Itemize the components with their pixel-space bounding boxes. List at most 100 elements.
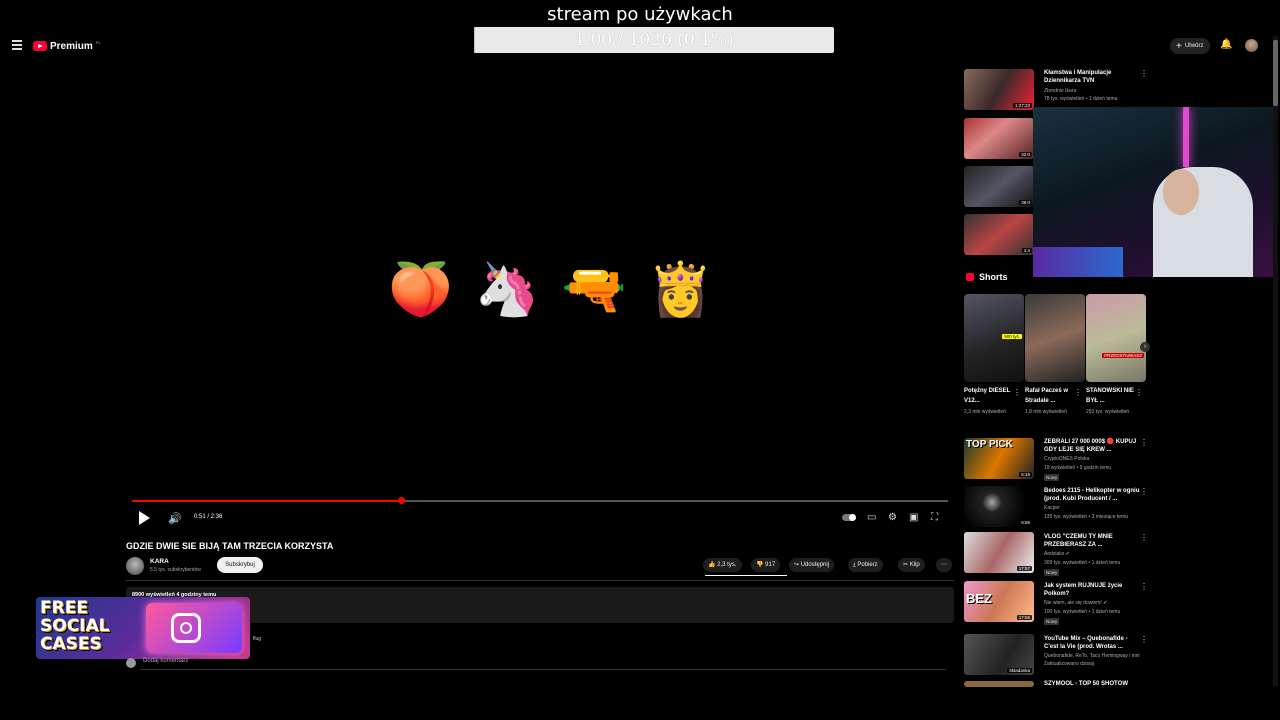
sidebar-thumb-item-5[interactable]: Składanka [964, 634, 1034, 675]
sidebar-item-meta: 19 wyświetleń • 9 godzin temu [1044, 465, 1112, 471]
sidebar-item-channel[interactable]: CryptoONES Polska [1044, 456, 1154, 463]
comment-avatar [126, 658, 136, 668]
sidebar-item-title[interactable]: SZYMOOL - TOP 50 SHOTÓW [1044, 680, 1142, 687]
short-meta-3: 293 tys. wyświetleń [1086, 409, 1130, 415]
shorts-heading: Shorts [979, 272, 1008, 282]
volume-icon[interactable]: 🔊 [168, 512, 182, 525]
short-meta-2: 1,8 mln wyświetleń [1025, 409, 1067, 415]
menu-icon[interactable] [12, 40, 22, 50]
short-card-2[interactable] [1025, 294, 1085, 382]
share-icon: ↪ [794, 562, 800, 568]
page-scrollbar[interactable] [1273, 36, 1278, 686]
clip-button[interactable]: ✂ Klip [898, 558, 925, 572]
video-progress-bar[interactable] [132, 497, 948, 504]
sidebar-item-title[interactable]: VLOG "CZEMU TY MNIE PRZEBIERASZ ZA ... [1044, 533, 1142, 549]
more-icon[interactable]: ⋮ [1140, 438, 1148, 447]
sidebar-item-title[interactable]: ZEBRALI 27 000 000$ 🔴 KUPUJ GDY LEJE SIĘ… [1044, 438, 1142, 454]
create-button[interactable]: + Utwórz [1170, 38, 1210, 54]
stream-goal-text: 1.00 / 1020 (0.1%) [574, 30, 734, 50]
ad-text: FREE SOCIAL CASES [40, 599, 110, 653]
youtube-premium-logo[interactable]: Premium PL [33, 40, 101, 52]
stream-title: stream po używkach [547, 4, 733, 25]
short-title-2[interactable]: Rafał Pacześ w Stradale ... [1025, 386, 1073, 406]
short-card-1[interactable]: 900 tyś. [964, 294, 1024, 382]
bell-icon[interactable]: 🔔 [1220, 40, 1232, 50]
create-label: Utwórz [1184, 43, 1204, 49]
more-icon[interactable]: ⋮ [1140, 635, 1148, 644]
scrollbar-thumb[interactable] [1273, 40, 1278, 106]
comment-underline [140, 669, 946, 670]
settings-gear-icon[interactable]: ⚙ [888, 512, 897, 524]
duration-badge: 32:0 [1019, 152, 1032, 157]
sidebar-meta-top: 78 tys. wyświetleń • 1 dzień temu [1044, 96, 1118, 102]
subtitles-icon[interactable]: ▭ [867, 512, 876, 524]
ad-line-3: CASES [40, 634, 102, 654]
channel-avatar[interactable] [126, 557, 144, 575]
sidebar-thumb-3[interactable]: 36:0 [964, 166, 1034, 207]
short-title-3[interactable]: STANOWSKI NIE BYŁ ... [1086, 386, 1134, 406]
sidebar-item-title[interactable]: Jak system RUJNUJE życie Polkom? [1044, 582, 1142, 598]
like-button[interactable]: 👍 2,3 tys. [703, 558, 742, 572]
sidebar-thumb-item-3[interactable]: 17:57 [964, 532, 1034, 573]
sidebar-item-channel[interactable]: Andziaks ✔ [1044, 551, 1154, 558]
video-player[interactable]: 🍑 🦄 🔫 👸 🔊 0:51 / 2:36 ▭ ⚙ ▣ ⛶ [126, 68, 954, 532]
sidebar-thumb-top[interactable]: 1:27:23 [964, 69, 1034, 110]
sidebar-channel-top[interactable]: Zbrodnie Ikara [1044, 88, 1154, 95]
short-title-1[interactable]: Potężny DIESEL V12... [964, 386, 1012, 406]
sidebar-thumb-item-2[interactable]: 8:56 [964, 486, 1034, 527]
bottom-black-band [0, 687, 1280, 720]
logo-text: Premium [50, 40, 93, 52]
sidebar-thumb-2[interactable]: 32:0 [964, 118, 1034, 159]
share-button[interactable]: ↪ Udostępnij [789, 558, 835, 572]
sidebar-thumb-item-1[interactable]: TOP PICK 5:19 [964, 438, 1034, 479]
video-frame-emojis: 🍑 🦄 🔫 👸 [388, 258, 713, 322]
ad-line-2: SOCIAL [40, 616, 110, 636]
sidebar-item-title[interactable]: Bedoes 2115 - Helikopter w ogniu (prod. … [1044, 487, 1142, 503]
fullscreen-icon[interactable]: ⛶ [931, 512, 938, 524]
princess-emoji: 👸 [648, 261, 713, 319]
sidebar-thumb-4[interactable]: 1:4 [964, 214, 1034, 255]
sidebar-item-channel[interactable]: Kacper [1044, 505, 1154, 512]
partial-label: flug [253, 636, 262, 642]
youtube-play-icon [33, 41, 47, 51]
sidebar-item-title[interactable]: YouTube Mix – Quebonafide - C'est la Vie… [1044, 635, 1142, 651]
miniplayer-icon[interactable]: ▣ [909, 512, 918, 524]
dislike-count: 917 [765, 562, 776, 568]
ad-line-1: FREE [40, 598, 88, 618]
play-icon[interactable] [139, 511, 150, 525]
video-progress-scrubber[interactable] [398, 497, 406, 504]
more-icon[interactable]: ⋮ [1140, 582, 1148, 591]
sidebar-item-meta: 309 tys. wyświetleń • 1 dzień temu [1044, 560, 1121, 566]
sidebar-item-meta: 100 tys. wyświetleń • 1 dzień temu [1044, 609, 1121, 615]
description-box[interactable] [126, 587, 954, 623]
more-icon[interactable]: ⋮ [1140, 533, 1148, 542]
more-icon[interactable]: ⋮ [1135, 388, 1143, 397]
sidebar-thumb-item-4[interactable]: BEZ 17:56 [964, 581, 1034, 622]
thumbs-up-icon: 👍 [708, 562, 716, 568]
more-icon[interactable]: ⋮ [1013, 388, 1021, 397]
channel-name[interactable]: KARA [150, 558, 169, 565]
more-icon[interactable]: ⋮ [1074, 388, 1082, 397]
duration-badge: 5:19 [1019, 472, 1032, 477]
short-card-3[interactable]: PRZEDSTAWIASZ [1086, 294, 1146, 382]
more-icon[interactable]: ⋮ [1140, 69, 1148, 78]
account-avatar[interactable] [1245, 39, 1258, 52]
thumb-text: TOP PICK [966, 439, 1013, 450]
dislike-button[interactable]: 👎 917 [751, 558, 781, 572]
download-button[interactable]: ⤓ Pobierz [848, 558, 883, 572]
duration-badge: 8:56 [1019, 520, 1032, 525]
add-comment-input[interactable]: Dodaj komentarz [143, 658, 188, 664]
duration-badge: 1:27:23 [1012, 103, 1032, 108]
autoplay-toggle[interactable] [842, 514, 856, 521]
more-icon[interactable]: ⋮ [1140, 487, 1148, 496]
download-label: Pobierz [857, 562, 878, 568]
subscribe-button[interactable]: Subskrybuj [217, 557, 263, 573]
ad-banner[interactable]: FREE SOCIAL CASES [36, 597, 250, 659]
shorts-icon [966, 273, 974, 281]
sidebar-item-channel[interactable]: Quebonafide, ReTo, Taco Hemingway i inni [1044, 653, 1154, 660]
sidebar-item-channel[interactable]: Nie wiem, ale się dowiem! ✔ [1044, 600, 1154, 607]
download-icon: ⤓ [853, 562, 856, 568]
more-actions-button[interactable]: ⋯ [936, 558, 952, 572]
chevron-right-icon[interactable]: › [1140, 342, 1150, 352]
sidebar-title-top[interactable]: Kłamstwa i Manipulacje Dziennikarza TVN [1044, 69, 1142, 85]
